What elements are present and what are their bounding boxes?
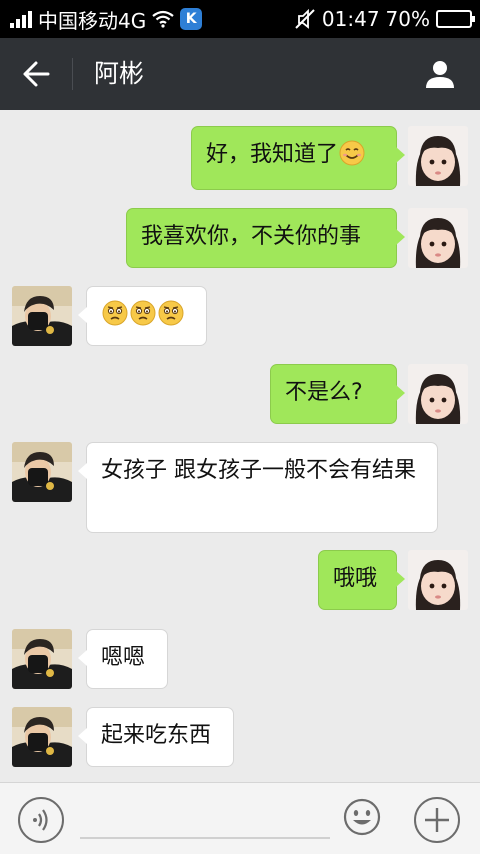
contact-avatar[interactable] [12,707,72,767]
contact-avatar[interactable] [12,629,72,689]
my-avatar[interactable] [408,208,468,268]
back-button[interactable] [18,56,54,92]
message-input[interactable] [80,793,330,839]
profile-button[interactable] [422,56,458,92]
message-text: 好，我知道了 [206,142,339,167]
message-text: 女孩子 跟女孩子一般不会有结果 [101,458,416,483]
worried-emoji-icon [102,300,128,326]
boy-avatar-icon [12,629,72,689]
input-bar [0,782,480,854]
smile-emoji-icon [339,140,365,166]
battery-label: 70% [385,7,430,31]
my-avatar[interactable] [408,550,468,610]
girl-avatar-icon [408,126,468,186]
boy-avatar-icon [12,286,72,346]
contact-avatar[interactable] [12,442,72,502]
back-arrow-icon [23,61,50,87]
battery-icon [436,10,475,28]
contact-avatar[interactable] [12,286,72,346]
mute-icon [295,8,315,29]
message-text: 哦哦 [333,566,378,591]
message-text: 我喜欢你，不关你的事 [141,224,362,249]
chat-header: 阿彬 [0,38,480,110]
status-bar: 中国移动4G K 01:47 70% [0,0,480,38]
girl-avatar-icon [408,208,468,268]
message-text: 起来吃东西 [101,723,212,748]
worried-emoji-icon [130,300,156,326]
message-text: 不是么? [285,380,363,405]
my-avatar[interactable] [408,126,468,186]
header-divider [72,58,73,90]
time-label: 01:47 [321,7,380,31]
emoji-button[interactable] [342,797,382,837]
person-icon [426,61,454,88]
outgoing-bubble[interactable]: 好，我知道了 [191,126,405,190]
plus-icon [425,808,449,832]
wifi-icon [152,10,174,28]
boy-avatar-icon [12,707,72,767]
incoming-bubble[interactable]: 起来吃东西 [78,707,234,767]
my-avatar[interactable] [408,364,468,424]
app-notification-icon: K [180,8,203,30]
message-text: 嗯嗯 [101,645,146,670]
carrier-label: 中国移动4G [38,8,147,33]
chat-title: 阿彬 [94,59,145,88]
worried-emoji-icon [158,300,184,326]
incoming-bubble[interactable]: 女孩子 跟女孩子一般不会有结果 [78,442,438,533]
outgoing-bubble[interactable]: 我喜欢你，不关你的事 [126,208,405,268]
boy-avatar-icon [12,442,72,502]
outgoing-bubble[interactable]: 哦哦 [318,550,405,610]
incoming-bubble[interactable]: 嗯嗯 [78,629,168,689]
incoming-bubble[interactable] [78,286,207,346]
signal-icon [10,10,32,28]
voice-button[interactable] [18,797,64,843]
outgoing-bubble[interactable]: 不是么? [270,364,405,424]
more-button[interactable] [414,797,460,843]
emoji-icon [343,798,381,836]
girl-avatar-icon [408,364,468,424]
voice-icon [33,809,48,831]
girl-avatar-icon [408,550,468,610]
